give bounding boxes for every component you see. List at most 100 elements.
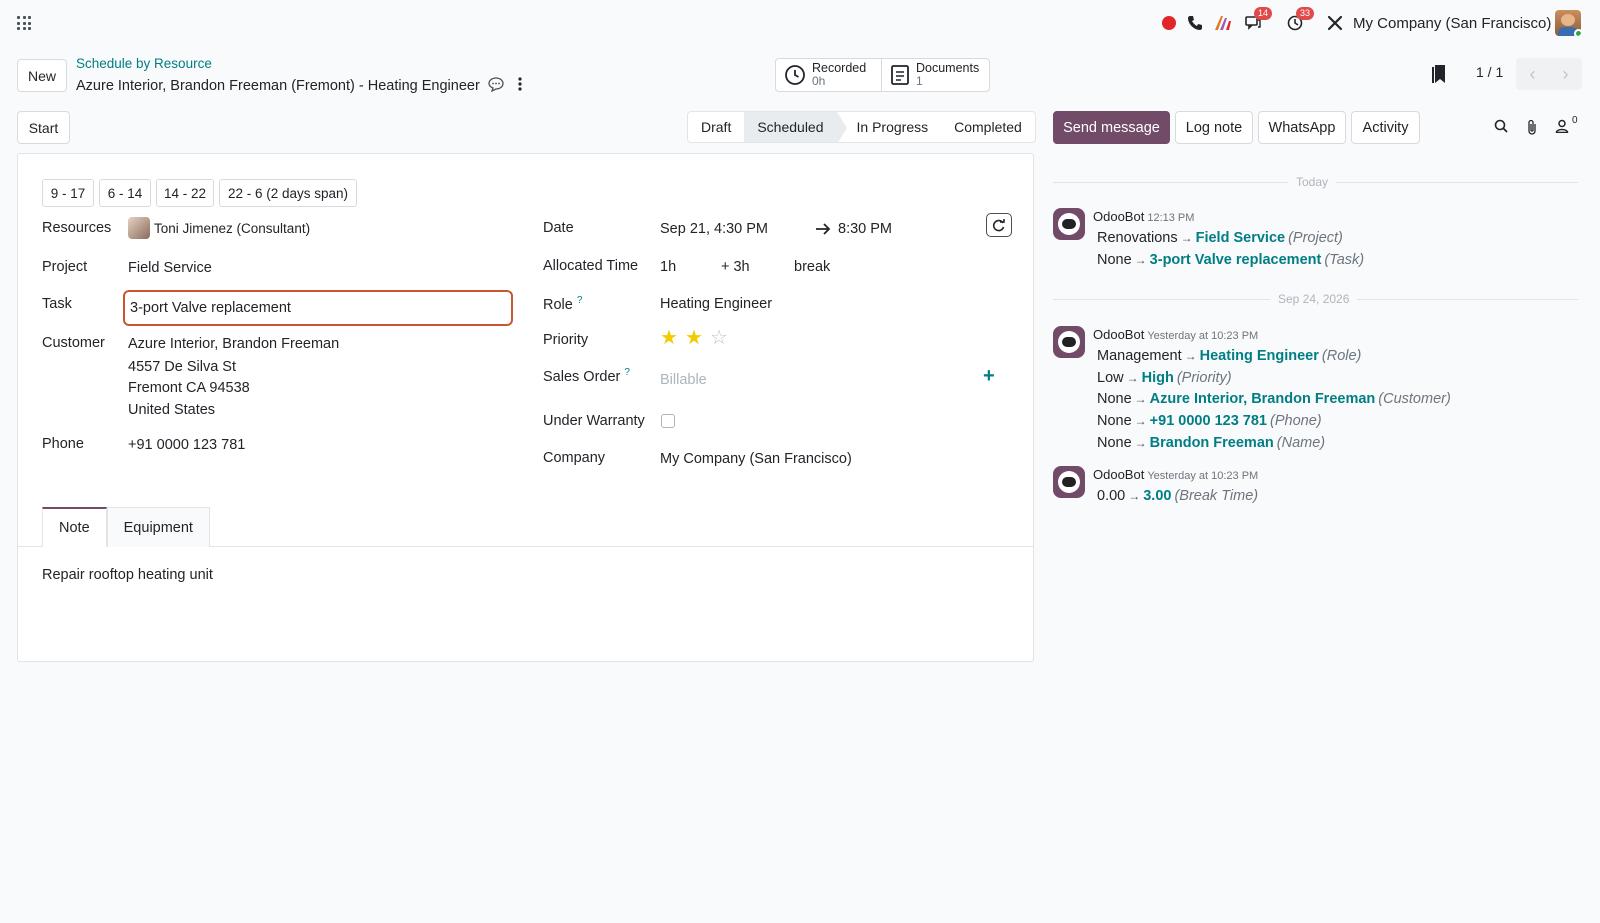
shift-template-button[interactable]: 22 - 6 (2 days span) — [219, 179, 357, 207]
attachment-icon[interactable] — [1526, 119, 1538, 138]
recorded-smart-button[interactable]: Recorded 0h — [775, 58, 882, 92]
tracking-change: None → 3-port Valve replacement (Task) — [1097, 252, 1365, 268]
recurrence-icon[interactable] — [986, 213, 1012, 237]
documents-smart-button[interactable]: Documents 1 — [881, 58, 990, 92]
ai-icon[interactable] — [1212, 12, 1234, 34]
message-author: OdooBot 12:13 PM — [1093, 209, 1195, 224]
message-author: OdooBot Yesterday at 10:23 PM — [1093, 467, 1259, 482]
stage-draft[interactable]: Draft — [688, 112, 744, 142]
under-warranty-label: Under Warranty — [543, 413, 645, 429]
new-button[interactable]: New — [17, 59, 67, 92]
document-icon — [891, 65, 909, 85]
resource-value[interactable]: Toni Jimenez (Consultant) — [154, 221, 310, 236]
arrow-right-icon — [815, 222, 831, 239]
search-icon[interactable] — [1494, 119, 1508, 136]
more-actions-icon[interactable] — [518, 77, 522, 95]
priority-widget: ★ ★ ☆ — [660, 328, 740, 350]
sales-order-field[interactable]: Billable — [660, 372, 707, 388]
tracking-change: Management → Heating Engineer (Role) — [1097, 348, 1362, 364]
resource-avatar — [128, 217, 150, 239]
send-message-button[interactable]: Send message — [1053, 111, 1170, 144]
sales-order-help-icon[interactable]: ? — [624, 367, 630, 378]
company-switcher[interactable]: My Company (San Francisco) — [1353, 15, 1551, 32]
messages-badge: 14 — [1254, 7, 1273, 20]
start-button[interactable]: Start — [17, 111, 70, 144]
task-field[interactable]: 3-port Valve replacement — [123, 290, 513, 326]
shift-template-button[interactable]: 14 - 22 — [156, 179, 214, 207]
app-menu-icon[interactable] — [17, 16, 31, 30]
customer-country: United States — [128, 402, 216, 418]
activities-badge: 33 — [1296, 7, 1315, 20]
pager-next-icon[interactable]: › — [1549, 58, 1582, 90]
record-title: Azure Interior, Brandon Freeman (Fremont… — [76, 76, 522, 96]
pager-prev-icon[interactable]: ‹ — [1516, 58, 1549, 90]
customer-city: Fremont CA 94538 — [128, 380, 250, 396]
customer-field[interactable]: Azure Interior, Brandon Freeman — [128, 336, 339, 352]
date-start-field[interactable]: Sep 21, 4:30 PM — [660, 221, 768, 237]
bookmark-icon[interactable] — [1432, 64, 1448, 87]
separator-today: Today — [1288, 175, 1337, 189]
allocated-extra-field[interactable]: + 3h — [721, 259, 750, 275]
odoobot-avatar[interactable] — [1053, 326, 1085, 358]
activity-clock-icon[interactable]: 33 — [1284, 7, 1315, 34]
odoobot-avatar[interactable] — [1053, 208, 1085, 240]
message-author: OdooBot Yesterday at 10:23 PM — [1093, 327, 1259, 342]
priority-label: Priority — [543, 332, 589, 348]
pager-value[interactable]: 1 / 1 — [1476, 64, 1503, 80]
task-label: Task — [42, 296, 72, 312]
add-sales-order-icon[interactable]: + — [983, 365, 995, 388]
followers-icon[interactable] — [1555, 119, 1569, 136]
tab-equipment[interactable]: Equipment — [106, 507, 210, 547]
log-note-button[interactable]: Log note — [1175, 111, 1253, 144]
shift-template-button[interactable]: 9 - 17 — [42, 179, 94, 207]
stage-scheduled[interactable]: Scheduled — [744, 112, 847, 144]
stage-in-progress[interactable]: In Progress — [837, 112, 942, 142]
tab-note[interactable]: Note — [42, 507, 107, 547]
role-field[interactable]: Heating Engineer — [660, 296, 772, 312]
phone-icon[interactable] — [1184, 12, 1206, 34]
followers-count: 0 — [1572, 115, 1578, 126]
form-sheet: 9 - 17 6 - 14 14 - 22 22 - 6 (2 days spa… — [17, 153, 1034, 662]
sales-order-label: Sales Order? — [543, 367, 630, 385]
clock-icon — [785, 65, 805, 85]
breadcrumb[interactable]: Schedule by Resource — [76, 56, 212, 71]
recorded-value: 0h — [812, 74, 826, 88]
project-label: Project — [42, 259, 88, 275]
star-filled-icon[interactable]: ★ — [660, 328, 678, 348]
record-title-text: Azure Interior, Brandon Freeman (Fremont… — [76, 77, 480, 94]
resources-label: Resources — [42, 220, 112, 236]
allocated-time-field[interactable]: 1h — [660, 259, 676, 275]
status-bar: Draft Scheduled In Progress Completed — [687, 111, 1036, 144]
pager-nav: ‹ › — [1516, 58, 1582, 90]
tools-icon[interactable] — [1324, 12, 1346, 34]
tracking-change: None → Azure Interior, Brandon Freeman (Cus… — [1097, 391, 1451, 407]
shift-template-button[interactable]: 6 - 14 — [99, 179, 151, 207]
star-empty-icon[interactable]: ☆ — [710, 328, 728, 348]
user-avatar[interactable] — [1555, 10, 1581, 36]
allocated-time-label: Allocated Time — [543, 258, 639, 274]
activity-button[interactable]: Activity — [1351, 111, 1420, 144]
company-label: Company — [543, 450, 606, 466]
record-icon[interactable] — [1158, 12, 1180, 34]
customer-label: Customer — [42, 335, 105, 351]
notebook-tabs: Note Equipment — [42, 507, 210, 547]
tracking-change: None → Brandon Freeman (Name) — [1097, 435, 1326, 451]
messages-icon[interactable]: 14 — [1242, 7, 1273, 34]
tracking-change: Renovations → Field Service (Project) — [1097, 230, 1343, 246]
tracking-change: 0.00 → 3.00 (Break Time) — [1097, 488, 1259, 504]
under-warranty-checkbox[interactable] — [661, 414, 675, 428]
company-field[interactable]: My Company (San Francisco) — [660, 451, 852, 467]
date-end-field[interactable]: 8:30 PM — [838, 221, 892, 237]
tracking-change: None → +91 0000 123 781 (Phone) — [1097, 413, 1322, 429]
odoobot-avatar[interactable] — [1053, 466, 1085, 498]
role-help-icon[interactable]: ? — [577, 295, 583, 306]
date-label: Date — [543, 220, 574, 236]
phone-field[interactable]: +91 0000 123 781 — [128, 437, 245, 453]
star-filled-icon[interactable]: ★ — [685, 328, 703, 348]
chat-bubble-icon[interactable] — [488, 76, 504, 96]
stage-completed[interactable]: Completed — [941, 112, 1035, 142]
role-label: Role? — [543, 295, 583, 313]
project-field[interactable]: Field Service — [128, 260, 212, 276]
whatsapp-button[interactable]: WhatsApp — [1258, 111, 1346, 144]
note-text[interactable]: Repair rooftop heating unit — [42, 567, 213, 583]
